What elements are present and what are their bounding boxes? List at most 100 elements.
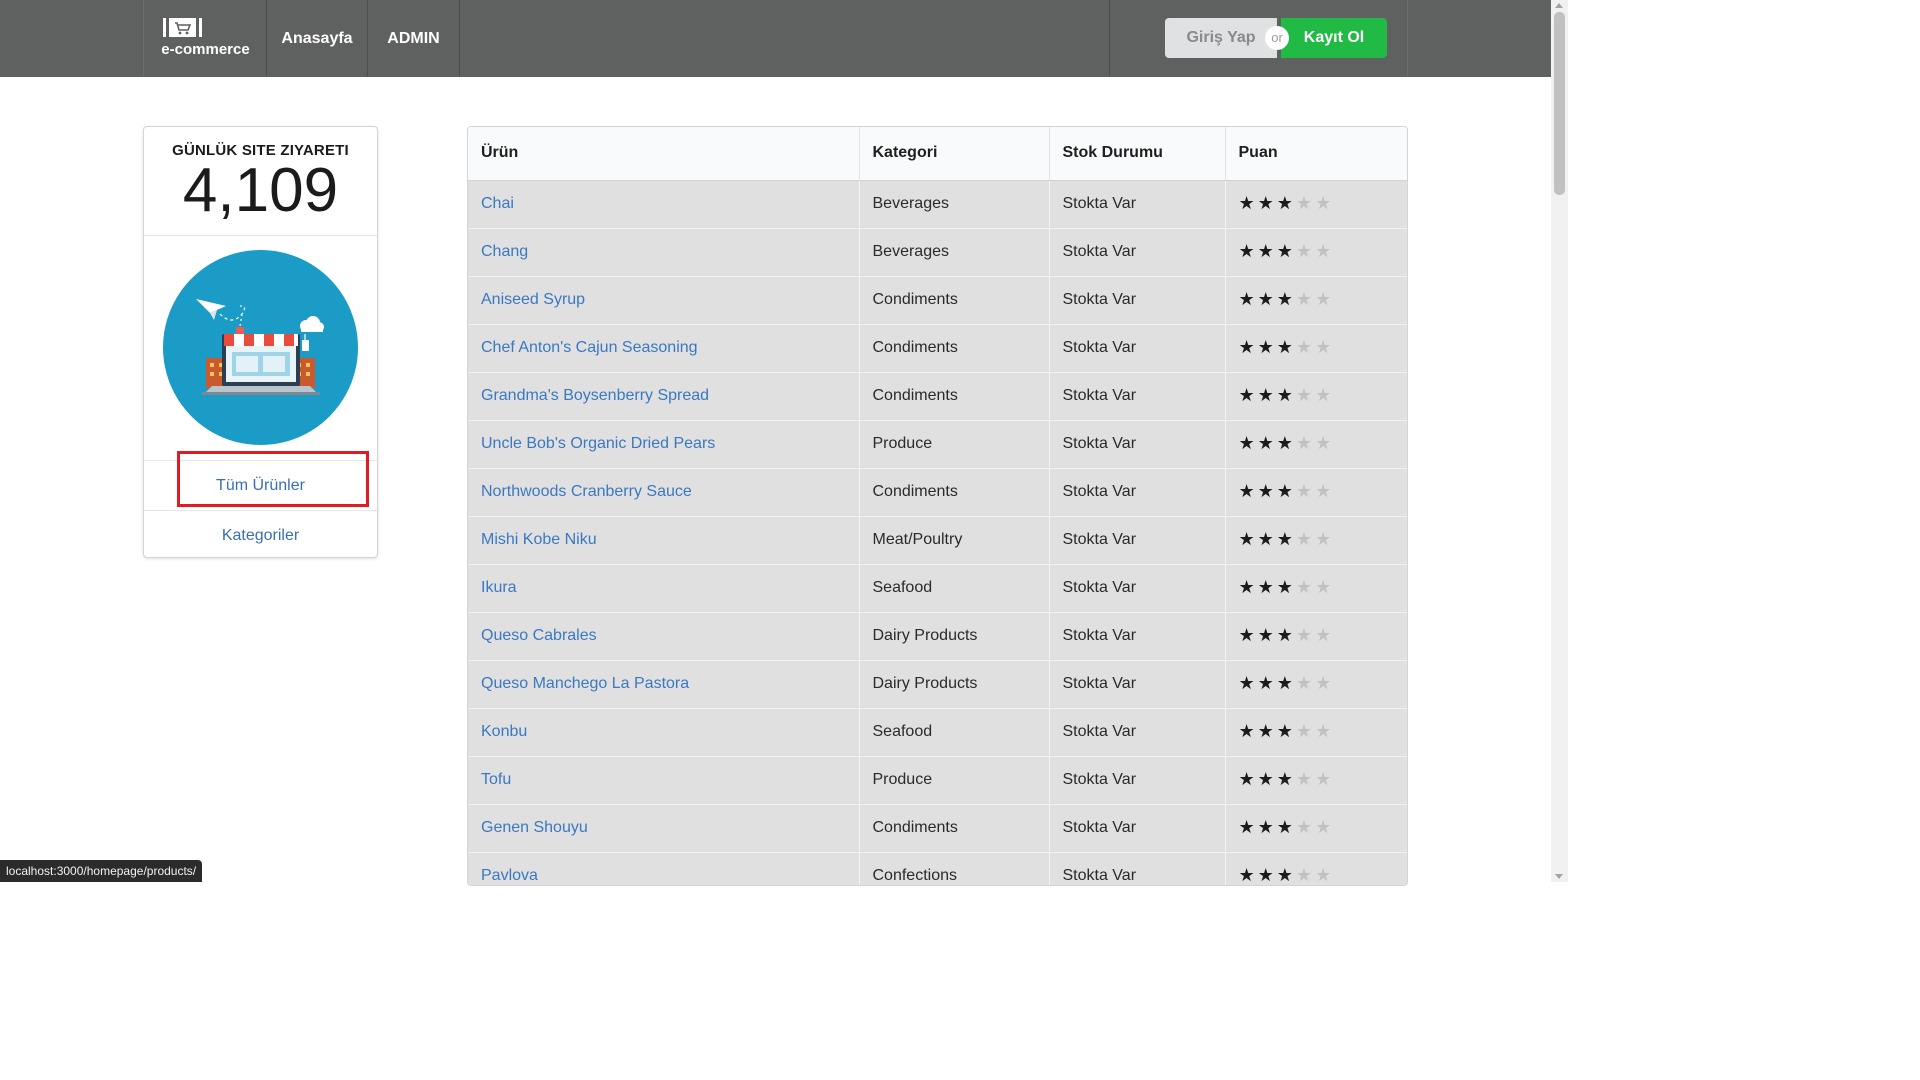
product-link[interactable]: Chai <box>481 195 514 212</box>
register-button[interactable]: Kayıt Ol <box>1281 18 1387 58</box>
star-rating[interactable]: ★ ★ ★ ★ ★ <box>1239 626 1332 644</box>
product-link[interactable]: Tofu <box>481 771 511 788</box>
star-icon[interactable]: ★ <box>1239 194 1255 212</box>
star-icon[interactable]: ★ <box>1277 866 1293 884</box>
star-rating[interactable]: ★ ★ ★ ★ ★ <box>1239 242 1332 260</box>
scroll-down-arrow-icon[interactable] <box>1555 874 1563 879</box>
product-link[interactable]: Grandma's Boysenberry Spread <box>481 387 709 404</box>
star-icon[interactable]: ★ <box>1315 434 1331 452</box>
star-icon[interactable]: ★ <box>1277 770 1293 788</box>
star-icon[interactable]: ★ <box>1296 290 1312 308</box>
star-icon[interactable]: ★ <box>1277 194 1293 212</box>
star-rating[interactable]: ★ ★ ★ ★ ★ <box>1239 290 1332 308</box>
product-link[interactable]: Chang <box>481 243 528 260</box>
star-icon[interactable]: ★ <box>1315 386 1331 404</box>
star-icon[interactable]: ★ <box>1277 434 1293 452</box>
star-icon[interactable]: ★ <box>1258 530 1274 548</box>
star-icon[interactable]: ★ <box>1239 818 1255 836</box>
star-icon[interactable]: ★ <box>1258 578 1274 596</box>
column-header-category[interactable]: Kategori <box>858 127 1049 181</box>
star-icon[interactable]: ★ <box>1258 194 1274 212</box>
star-icon[interactable]: ★ <box>1315 242 1331 260</box>
nav-item-admin[interactable]: ADMIN <box>368 0 460 77</box>
star-icon[interactable]: ★ <box>1239 626 1255 644</box>
star-rating[interactable]: ★ ★ ★ ★ ★ <box>1239 386 1332 404</box>
star-rating[interactable]: ★ ★ ★ ★ ★ <box>1239 434 1332 452</box>
column-header-stock[interactable]: Stok Durumu <box>1048 127 1225 181</box>
star-rating[interactable]: ★ ★ ★ ★ ★ <box>1239 338 1332 356</box>
star-icon[interactable]: ★ <box>1296 578 1312 596</box>
product-link[interactable]: Pavlova <box>481 867 538 884</box>
star-icon[interactable]: ★ <box>1315 770 1331 788</box>
star-icon[interactable]: ★ <box>1239 770 1255 788</box>
star-icon[interactable]: ★ <box>1296 530 1312 548</box>
product-link[interactable]: Uncle Bob's Organic Dried Pears <box>481 435 715 452</box>
star-icon[interactable]: ★ <box>1277 482 1293 500</box>
product-link[interactable]: Queso Cabrales <box>481 627 597 644</box>
nav-item-home[interactable]: Anasayfa <box>267 0 368 77</box>
star-icon[interactable]: ★ <box>1315 578 1331 596</box>
star-icon[interactable]: ★ <box>1258 674 1274 692</box>
star-icon[interactable]: ★ <box>1315 866 1331 884</box>
star-icon[interactable]: ★ <box>1277 674 1293 692</box>
star-icon[interactable]: ★ <box>1315 338 1331 356</box>
star-rating[interactable]: ★ ★ ★ ★ ★ <box>1239 818 1332 836</box>
star-icon[interactable]: ★ <box>1296 338 1312 356</box>
star-icon[interactable]: ★ <box>1239 242 1255 260</box>
star-icon[interactable]: ★ <box>1277 530 1293 548</box>
star-icon[interactable]: ★ <box>1258 434 1274 452</box>
star-icon[interactable]: ★ <box>1239 290 1255 308</box>
brand-logo[interactable]: e-commerce <box>144 0 267 77</box>
star-icon[interactable]: ★ <box>1258 386 1274 404</box>
scrollbar-thumb[interactable] <box>1554 12 1565 195</box>
star-icon[interactable]: ★ <box>1277 338 1293 356</box>
star-icon[interactable]: ★ <box>1277 290 1293 308</box>
star-icon[interactable]: ★ <box>1258 290 1274 308</box>
star-icon[interactable]: ★ <box>1296 242 1312 260</box>
star-rating[interactable]: ★ ★ ★ ★ ★ <box>1239 530 1332 548</box>
star-icon[interactable]: ★ <box>1315 674 1331 692</box>
star-icon[interactable]: ★ <box>1258 626 1274 644</box>
star-rating[interactable]: ★ ★ ★ ★ ★ <box>1239 578 1332 596</box>
star-icon[interactable]: ★ <box>1239 578 1255 596</box>
star-icon[interactable]: ★ <box>1258 866 1274 884</box>
star-icon[interactable]: ★ <box>1239 866 1255 884</box>
star-icon[interactable]: ★ <box>1296 866 1312 884</box>
star-icon[interactable]: ★ <box>1277 626 1293 644</box>
star-icon[interactable]: ★ <box>1296 482 1312 500</box>
star-rating[interactable]: ★ ★ ★ ★ ★ <box>1239 866 1332 884</box>
star-icon[interactable]: ★ <box>1315 482 1331 500</box>
menu-item-all-products[interactable]: Tüm Ürünler <box>144 460 377 509</box>
star-icon[interactable]: ★ <box>1258 482 1274 500</box>
star-icon[interactable]: ★ <box>1277 818 1293 836</box>
star-icon[interactable]: ★ <box>1239 722 1255 740</box>
star-icon[interactable]: ★ <box>1258 338 1274 356</box>
product-link[interactable]: Northwoods Cranberry Sauce <box>481 483 692 500</box>
star-icon[interactable]: ★ <box>1315 722 1331 740</box>
column-header-rating[interactable]: Puan <box>1224 127 1407 181</box>
star-icon[interactable]: ★ <box>1239 338 1255 356</box>
product-link[interactable]: Queso Manchego La Pastora <box>481 675 689 692</box>
scroll-up-arrow-icon[interactable] <box>1555 3 1563 8</box>
star-rating[interactable]: ★ ★ ★ ★ ★ <box>1239 722 1332 740</box>
star-icon[interactable]: ★ <box>1239 530 1255 548</box>
star-icon[interactable]: ★ <box>1277 386 1293 404</box>
star-icon[interactable]: ★ <box>1239 386 1255 404</box>
star-icon[interactable]: ★ <box>1258 818 1274 836</box>
vertical-scrollbar[interactable] <box>1551 0 1568 882</box>
product-link[interactable]: Ikura <box>481 579 517 596</box>
star-icon[interactable]: ★ <box>1315 818 1331 836</box>
product-link[interactable]: Aniseed Syrup <box>481 291 585 308</box>
star-icon[interactable]: ★ <box>1239 482 1255 500</box>
star-icon[interactable]: ★ <box>1315 194 1331 212</box>
star-icon[interactable]: ★ <box>1296 386 1312 404</box>
star-icon[interactable]: ★ <box>1315 290 1331 308</box>
star-icon[interactable]: ★ <box>1239 434 1255 452</box>
product-link[interactable]: Mishi Kobe Niku <box>481 531 597 548</box>
star-icon[interactable]: ★ <box>1277 722 1293 740</box>
star-icon[interactable]: ★ <box>1258 242 1274 260</box>
star-icon[interactable]: ★ <box>1258 770 1274 788</box>
star-icon[interactable]: ★ <box>1315 626 1331 644</box>
product-link[interactable]: Chef Anton's Cajun Seasoning <box>481 339 698 356</box>
product-link[interactable]: Konbu <box>481 723 527 740</box>
